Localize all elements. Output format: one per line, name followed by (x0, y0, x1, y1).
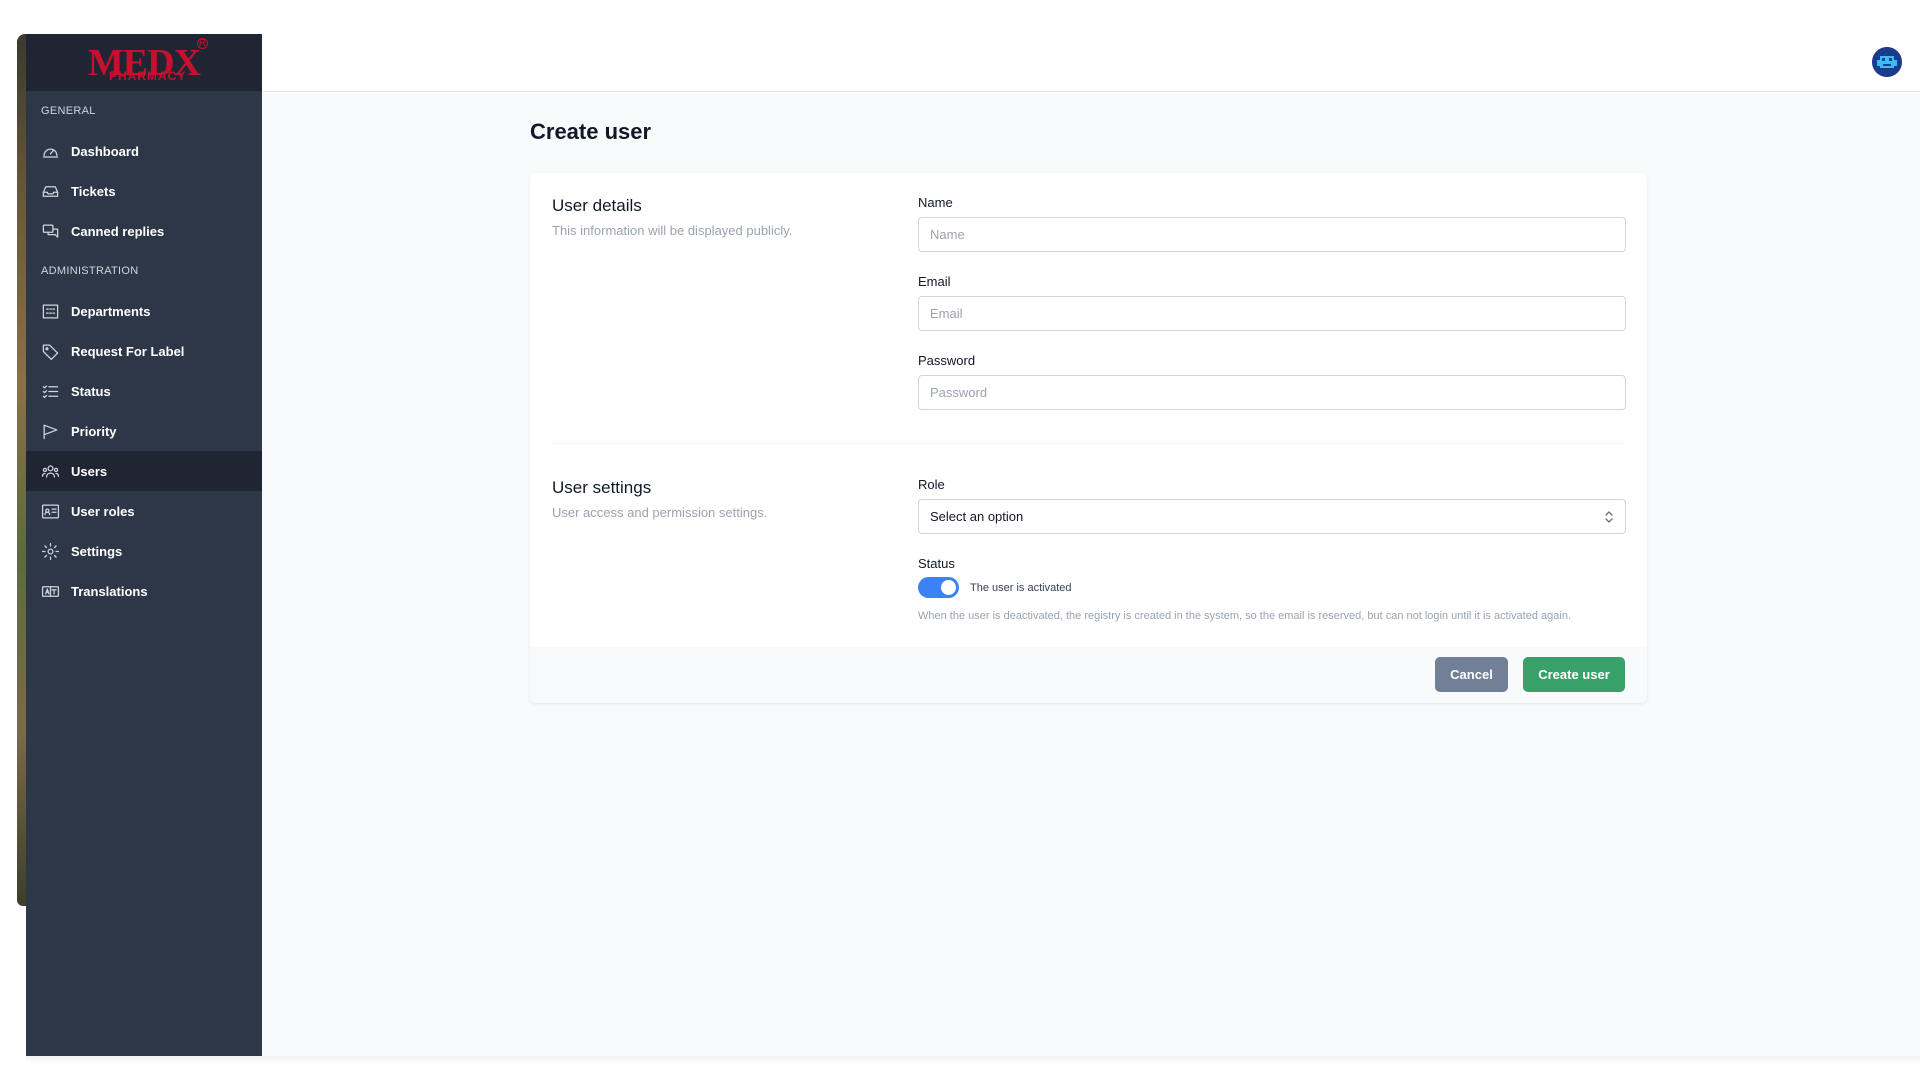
form-footer: Cancel Create user (530, 647, 1647, 703)
sidebar-heading-general: General (41, 105, 96, 117)
checklist-icon (41, 382, 60, 401)
logo-subtext: PHARMACY (109, 69, 187, 83)
window-bottom-shadow (26, 1056, 1920, 1064)
status-toggle-text: The user is activated (970, 582, 1072, 594)
role-label: Role (918, 477, 945, 492)
tag-icon (41, 342, 60, 361)
user-details-title: User details (552, 196, 642, 215)
sidebar-item-tickets[interactable]: Tickets (26, 171, 262, 211)
email-label: Email (918, 274, 951, 289)
sidebar-item-status[interactable]: Status (26, 371, 262, 411)
role-select[interactable]: Select an option (918, 499, 1626, 534)
main-content: Create user User details This informatio… (262, 92, 1920, 1056)
sidebar-item-user-roles[interactable]: User roles (26, 491, 262, 531)
user-avatar[interactable] (1872, 47, 1902, 77)
chat-bubbles-icon (41, 222, 60, 241)
sidebar-item-label: Translations (71, 583, 148, 599)
sidebar-item-priority[interactable]: Priority (26, 411, 262, 451)
sidebar-item-translations[interactable]: Translations (26, 571, 262, 611)
password-input[interactable] (918, 375, 1626, 410)
dashboard-gauge-icon (41, 142, 60, 161)
name-input[interactable] (918, 217, 1626, 252)
section-divider (552, 443, 1624, 444)
sidebar-item-label: Users (71, 463, 108, 479)
chevron-up-down-icon (1605, 510, 1613, 523)
avatar-image (1872, 47, 1902, 77)
role-select-value: Select an option (930, 509, 1024, 524)
user-settings-description: User access and permission settings. (552, 505, 768, 520)
status-help-text: When the user is deactivated, the regist… (918, 610, 1571, 622)
sidebar-item-label: Settings (71, 543, 123, 559)
sidebar-item-settings[interactable]: Settings (26, 531, 262, 571)
users-icon (41, 462, 60, 481)
office-building-icon (41, 302, 60, 321)
sidebar-item-dashboard[interactable]: Dashboard (26, 131, 262, 171)
page-title: Create user (530, 119, 652, 144)
sidebar-item-label: User roles (71, 503, 135, 519)
top-bar (262, 34, 1920, 92)
create-user-button[interactable]: Create user (1523, 657, 1625, 692)
sidebar-item-users[interactable]: Users (26, 451, 262, 491)
sidebar-item-request-for-label[interactable]: Request For Label (26, 331, 262, 371)
flag-icon (41, 422, 60, 441)
sidebar-heading-administration: Administration (41, 265, 139, 277)
sidebar-item-label: Departments (71, 303, 151, 319)
sidebar-item-label: Priority (71, 423, 117, 439)
cancel-button[interactable]: Cancel (1435, 657, 1508, 692)
user-settings-title: User settings (552, 478, 652, 497)
email-input[interactable] (918, 296, 1626, 331)
status-label: Status (918, 556, 955, 571)
user-details-description: This information will be displayed publi… (552, 223, 793, 238)
sidebar-item-canned-replies[interactable]: Canned replies (26, 211, 262, 251)
gear-icon (41, 542, 60, 561)
id-card-icon (41, 502, 60, 521)
sidebar-item-label: Status (71, 383, 111, 399)
inbox-tray-icon (41, 182, 60, 201)
status-toggle[interactable] (918, 577, 959, 598)
sidebar-item-departments[interactable]: Departments (26, 291, 262, 331)
password-label: Password (918, 353, 976, 368)
sidebar-item-label: Canned replies (71, 223, 165, 239)
name-label: Name (918, 195, 953, 210)
sidebar-item-label: Request For Label (71, 343, 185, 359)
create-user-form: User details This information will be di… (530, 173, 1647, 703)
language-icon (41, 582, 60, 601)
logo[interactable]: MEDX PHARMACY R (26, 34, 262, 91)
sidebar: MEDX PHARMACY R General Dashboard Ticket… (26, 34, 262, 1056)
registered-mark: R (197, 38, 208, 49)
sidebar-item-label: Tickets (71, 183, 116, 199)
sidebar-item-label: Dashboard (71, 143, 139, 159)
toggle-knob (941, 580, 956, 595)
